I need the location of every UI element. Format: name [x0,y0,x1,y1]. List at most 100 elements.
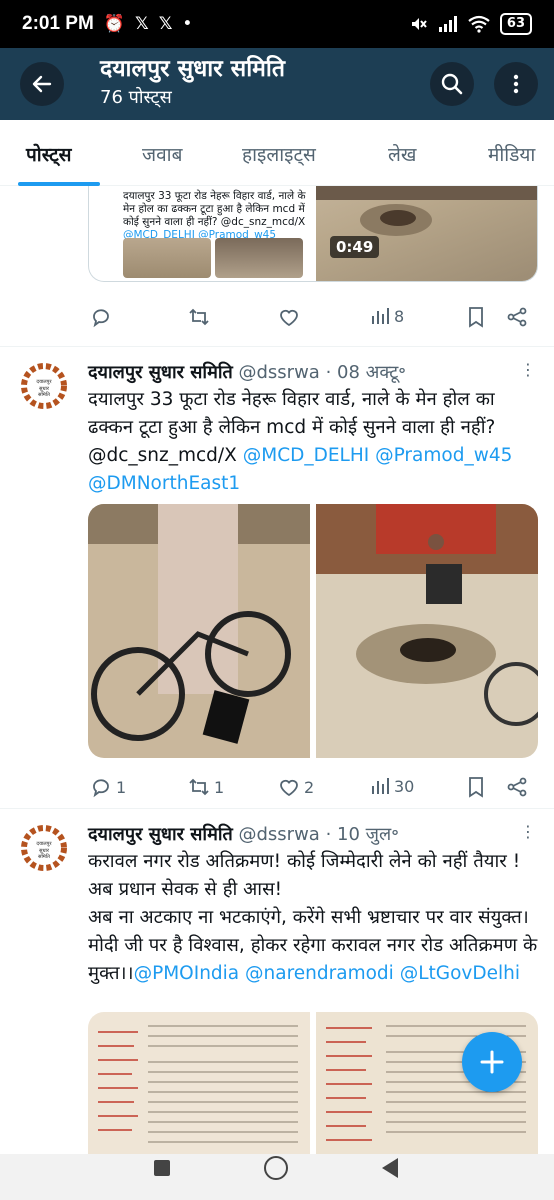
svg-text:दयालपुर: दयालपुर [36,841,52,847]
back-button[interactable] [20,62,64,106]
svg-text:समिति: समिति [38,853,50,860]
avatar[interactable]: दयालपुर सुधार समिति [20,362,68,410]
repost-icon [189,308,209,326]
tab-media[interactable]: मीडिया [488,120,535,186]
reply-button[interactable] [90,306,112,328]
battery-indicator: 63 [499,13,532,35]
image-cyclist [88,504,310,758]
x-logo-icon: 𝕏 [158,14,173,34]
author-handle[interactable]: @dssrwa [239,362,320,383]
status-bar: 2:01 PM ⏰ 𝕏 𝕏 • 63 [0,0,554,48]
author-name[interactable]: दयालपुर सुधार समिति [88,824,233,845]
post-mentions[interactable]: @MCD_DELHI @Pramod_w45 [243,445,513,466]
video-scene [316,186,537,236]
views-count: 30 [394,776,415,796]
bookmark-button[interactable] [466,306,486,328]
like-button[interactable]: 2 [278,776,314,798]
alarm-off-icon: ⏰ [103,14,125,34]
tab-articles[interactable]: लेख [388,120,416,186]
views-icon [372,308,389,324]
plus-icon [480,1050,504,1074]
repost-button[interactable] [188,306,210,328]
system-nav-bar [0,1154,554,1200]
post-count: 76 पोस्ट्स [100,87,172,108]
post-item[interactable]: दयालपुर सुधार समिति दयालपुर सुधार समिति … [0,346,554,808]
post-media [88,504,538,758]
reply-button[interactable]: 1 [90,776,126,798]
post-image-2[interactable] [316,504,538,758]
quoted-post-handle: @dc_snz_mcd/X [220,216,306,228]
system-back-button[interactable] [382,1158,398,1178]
post-date[interactable]: · 08 अक्टू॰ [326,362,406,383]
post-handle-ref: @dc_snz_mcd/X [88,445,237,466]
more-options-button[interactable] [494,62,538,106]
post-mentions-2[interactable]: @LtGovDelhi [400,963,520,984]
quoted-image-1[interactable] [123,238,211,278]
search-icon [441,73,463,95]
video-thumbnail[interactable]: 0:49 [316,186,537,281]
post-actions: 8 [88,306,538,336]
author-handle[interactable]: @dssrwa [239,824,320,845]
repost-count: 1 [214,777,225,797]
profile-header: दयालपुर सुधार समिति 76 पोस्ट्स [0,48,554,120]
home-button[interactable] [264,1156,288,1180]
quoted-post-card[interactable]: दयालपुर 33 फूटा रोड नेहरू विहार वार्ड, न… [88,186,538,282]
post-image-1[interactable] [88,1012,310,1154]
share-button[interactable] [506,776,528,798]
image-letter-document [88,1012,310,1154]
heart-icon [280,309,298,327]
post-item[interactable]: दयालपुर सुधार समिति दयालपुर सुधार समिति … [0,808,554,1154]
post-mentions[interactable]: @PMOIndia @narendramodi [134,963,394,984]
org-logo: दयालपुर सुधार समिति [21,825,67,871]
share-icon [507,307,527,327]
post-date[interactable]: · 10 जुल॰ [326,824,399,845]
views-count: 8 [394,306,405,326]
tab-highlights[interactable]: हाइलाइट्स [242,120,316,186]
video-duration: 0:49 [330,236,380,258]
x-logo-icon: 𝕏 [134,14,149,34]
views-button[interactable]: 8 [370,306,404,326]
svg-text:समिति: समिति [38,391,50,398]
wifi-icon [468,15,490,33]
bookmark-icon [469,777,483,798]
repost-button[interactable]: 1 [188,776,224,798]
reply-count: 1 [116,777,127,797]
views-button[interactable]: 30 [370,776,414,796]
like-count: 2 [304,777,315,797]
notification-icons: ⏰ 𝕏 𝕏 • [104,14,193,34]
post-actions: 1 1 2 30 [88,776,538,806]
post-body: दयालपुर 33 फूटा रोड नेहरू विहार वार्ड, न… [88,389,496,438]
bookmark-icon [469,307,483,328]
dot-icon: • [182,14,193,34]
share-button[interactable] [506,306,528,328]
search-button[interactable] [430,62,474,106]
post-text: दयालपुर 33 फूटा रोड नेहरू विहार वार्ड, न… [88,386,538,498]
profile-tabs: पोस्ट्स जवाब हाइलाइट्स लेख मीडिया [0,120,554,186]
recent-apps-button[interactable] [154,1160,170,1176]
compose-post-button[interactable] [462,1032,522,1092]
author-name[interactable]: दयालपुर सुधार समिति [88,362,233,383]
share-icon [507,777,527,797]
like-button[interactable] [278,306,300,328]
post-menu-icon[interactable]: ⋮ [520,822,536,841]
tab-replies[interactable]: जवाब [142,120,182,186]
avatar[interactable]: दयालपुर सुधार समिति [20,824,68,872]
post-image-1[interactable] [88,504,310,758]
bookmark-button[interactable] [466,776,486,798]
reply-icon [93,309,109,328]
back-arrow-icon [32,75,52,93]
quoted-image-2[interactable] [215,238,303,278]
image-manhole-road [316,504,538,758]
heart-icon [280,779,298,797]
reply-icon [93,779,109,798]
post-menu-icon[interactable]: ⋮ [520,360,536,379]
tab-posts[interactable]: पोस्ट्स [26,120,72,186]
post-body: करावल नगर रोड अतिक्रमण! कोई जिम्मेदारी ल… [88,851,521,900]
org-logo: दयालपुर सुधार समिति [21,363,67,409]
svg-text:दयालपुर: दयालपुर [36,379,52,385]
post-mentions-2[interactable]: @DMNorthEast1 [88,473,240,494]
signal-icon [438,16,457,32]
page-title: दयालपुर सुधार समिति [100,56,285,82]
more-vertical-icon [513,74,519,94]
posts-feed[interactable]: दयालपुर 33 फूटा रोड नेहरू विहार वार्ड, न… [0,186,554,1154]
